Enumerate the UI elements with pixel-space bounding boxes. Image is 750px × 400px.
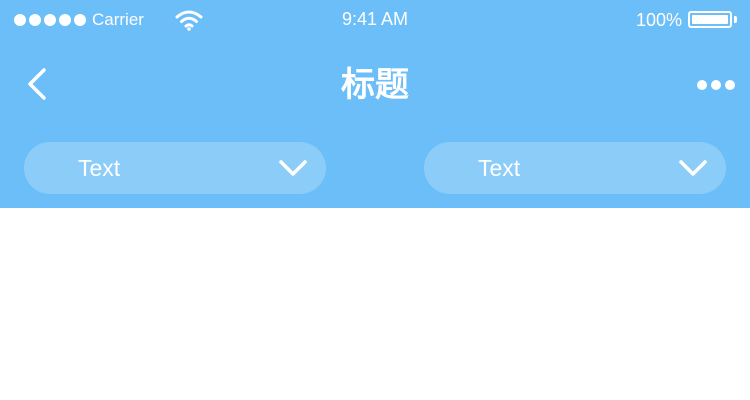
status-bar: Carrier 9:41 AM 100% xyxy=(0,0,750,40)
battery-tip xyxy=(734,16,737,23)
battery-percentage: 100% xyxy=(635,10,682,30)
filter-dropdown-1[interactable]: Text xyxy=(24,142,326,194)
filter-dropdown-label: Text xyxy=(478,155,521,181)
filter-dropdown-2[interactable]: Text xyxy=(424,142,726,194)
battery-icon xyxy=(688,11,732,28)
header: Carrier 9:41 AM 100% 标题 Text Text xyxy=(0,0,750,208)
page-title: 标题 xyxy=(341,66,409,104)
chevron-down-icon xyxy=(279,160,307,176)
chevron-down-icon xyxy=(679,160,707,176)
filter-dropdown-label: Text xyxy=(78,155,121,181)
more-horizontal-icon[interactable] xyxy=(694,72,738,98)
back-button[interactable] xyxy=(24,64,54,104)
